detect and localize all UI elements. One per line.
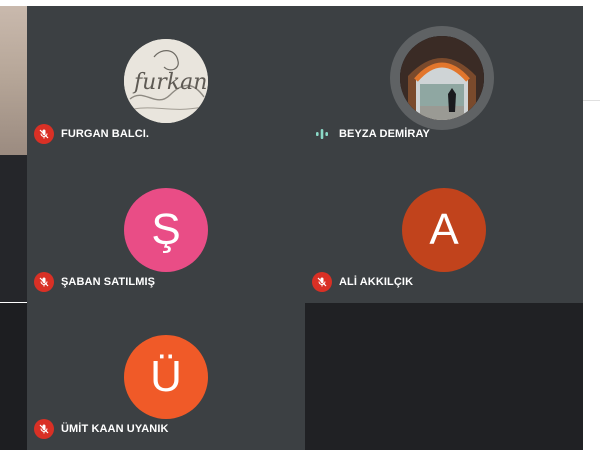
avatar: Ü [124,335,208,419]
signature-furkan-photo-icon: furkan [124,39,208,123]
svg-text:furkan: furkan [132,70,207,95]
avatar: Ş [124,188,208,272]
participant-name: ŞABAN SATILMIŞ [61,276,156,288]
participant-tile[interactable]: furkan FURGAN BALCI. [27,6,305,155]
empty-grid-area [305,303,583,450]
participant-tile[interactable]: Ü ÜMİT KAAN UYANIK [27,303,305,450]
mic-off-icon [34,272,54,292]
participant-tile[interactable]: Ş ŞABAN SATILMIŞ [27,155,305,303]
archway-photo [400,36,484,120]
archway-photo-icon [400,36,484,120]
participant-name-row: ALİ AKKILÇIK [312,272,413,292]
participant-name-row: BEYZA DEMİRAY [312,124,430,144]
participant-name: ÜMİT KAAN UYANIK [61,423,169,435]
meeting-grid: furkan FURGAN BALCI. BEYZA DEMİRAY Ş ŞAB… [0,0,600,450]
participant-tile[interactable]: BEYZA DEMİRAY [305,6,583,155]
left-tile-peek-lower [0,155,27,302]
mic-off-icon [34,419,54,439]
signature-photo: furkan [124,39,208,123]
left-tile-peek-bottom [0,303,27,450]
audio-level-icon [312,124,332,144]
avatar-initial: A [429,205,459,254]
avatar-initial: Ü [150,352,182,401]
participant-name: ALİ AKKILÇIK [339,276,414,288]
mic-off-icon [312,272,332,292]
left-tile-video-peek [0,6,27,155]
participant-name-row: ŞABAN SATILMIŞ [34,272,155,292]
participant-tile[interactable]: A ALİ AKKILÇIK [305,155,583,303]
participant-name: BEYZA DEMİRAY [339,128,430,140]
divider [583,100,600,101]
mic-off-icon [34,124,54,144]
avatar-initial: Ş [151,205,181,254]
participant-name: FURGAN BALCI. [61,128,150,140]
participant-name-row: FURGAN BALCI. [34,124,149,144]
right-panel-edge [583,6,600,450]
participant-name-row: ÜMİT KAAN UYANIK [34,419,169,439]
avatar: A [402,188,486,272]
